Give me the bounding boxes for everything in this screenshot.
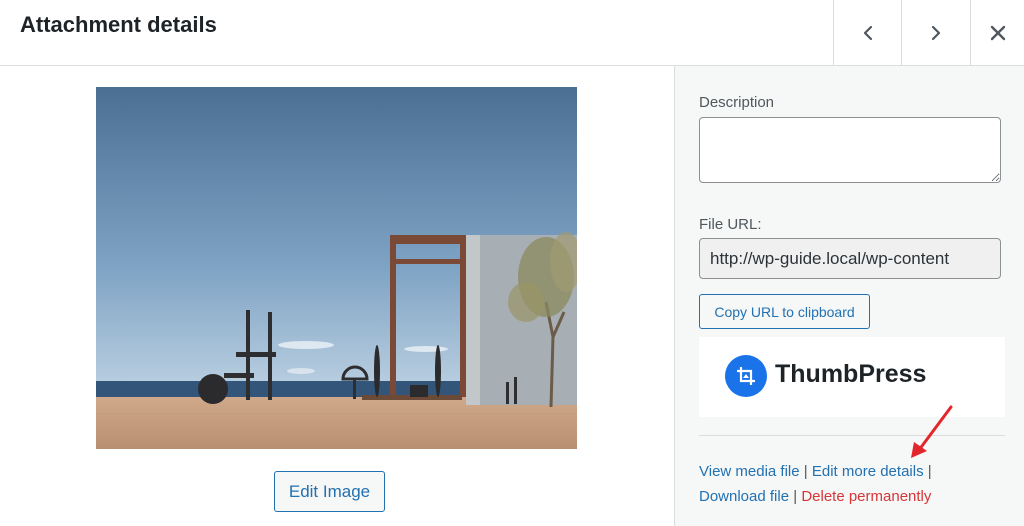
media-preview-pane: Edit Image bbox=[0, 66, 674, 526]
file-url-field[interactable] bbox=[699, 238, 1001, 279]
chevron-left-icon bbox=[863, 25, 872, 40]
previous-button[interactable] bbox=[833, 0, 901, 65]
divider bbox=[699, 435, 1005, 436]
link-separator: | bbox=[793, 488, 798, 505]
file-url-label: File URL: bbox=[699, 216, 762, 233]
chevron-right-icon bbox=[931, 25, 940, 40]
page-title: Attachment details bbox=[20, 12, 217, 37]
download-file-link[interactable]: Download file bbox=[699, 488, 789, 505]
link-separator: | bbox=[927, 463, 932, 480]
close-icon bbox=[990, 25, 1005, 40]
edit-image-button[interactable]: Edit Image bbox=[274, 471, 385, 512]
description-label: Description bbox=[699, 94, 775, 111]
close-button[interactable] bbox=[970, 0, 1024, 65]
copy-url-button[interactable]: Copy URL to clipboard bbox=[699, 294, 870, 329]
thumbpress-banner: ThumbPress bbox=[699, 337, 1005, 417]
attachment-image bbox=[96, 87, 577, 449]
next-button[interactable] bbox=[901, 0, 969, 65]
thumbpress-name: ThumbPress bbox=[775, 360, 927, 388]
description-field[interactable] bbox=[699, 117, 1001, 183]
attachment-actions: View media file | Edit more details | Do… bbox=[699, 459, 1009, 509]
attachment-sidebar: Description File URL: Copy URL to clipbo… bbox=[674, 66, 1024, 526]
red-arrow-icon bbox=[911, 405, 953, 458]
link-separator: | bbox=[803, 463, 808, 480]
view-media-link[interactable]: View media file bbox=[699, 463, 800, 480]
attachment-image-picture bbox=[96, 87, 577, 449]
modal-header: Attachment details bbox=[0, 0, 1024, 66]
edit-details-link[interactable]: Edit more details bbox=[812, 463, 924, 480]
delete-permanently-link[interactable]: Delete permanently bbox=[801, 488, 931, 505]
thumbpress-crop-icon bbox=[725, 355, 767, 397]
